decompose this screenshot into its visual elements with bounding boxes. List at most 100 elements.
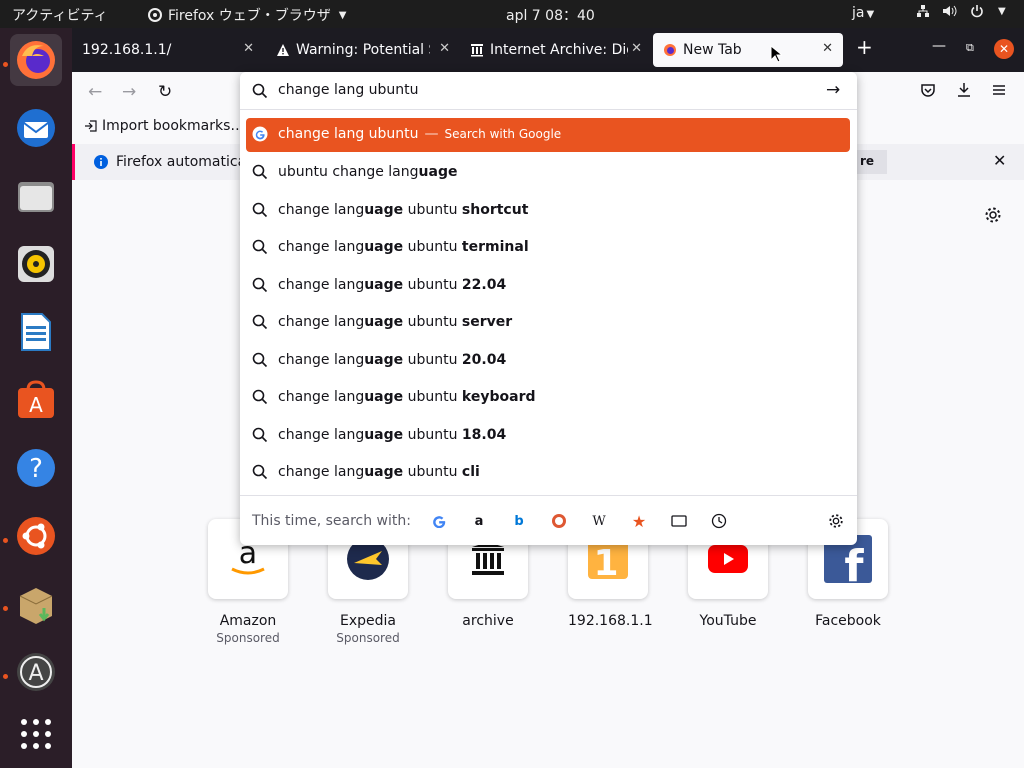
close-icon[interactable]: ✕: [822, 41, 833, 56]
dock-thunderbird[interactable]: [10, 102, 62, 154]
suggestion-row[interactable]: change language ubuntu 22.04: [246, 269, 850, 303]
suggestion-tail: terminal: [461, 239, 529, 255]
show-applications-button[interactable]: [10, 708, 62, 760]
dock-files[interactable]: [10, 170, 62, 222]
suggestion-text: ubuntu change language: [278, 164, 457, 180]
suggestion-tail: server: [461, 314, 513, 330]
notification-close-button[interactable]: ✕: [993, 151, 1006, 170]
duckduckgo-icon[interactable]: [548, 510, 570, 532]
suggestion-mid: ubuntu: [403, 464, 462, 480]
downloads-button[interactable]: [956, 82, 972, 103]
go-arrow-icon[interactable]: →: [826, 80, 840, 100]
suggestion-text: change language ubuntu 20.04: [278, 352, 506, 368]
maximize-button[interactable]: ⧉: [966, 41, 974, 55]
dock-ubuntu[interactable]: [10, 510, 62, 562]
close-icon[interactable]: ✕: [631, 41, 642, 56]
running-indicator: [3, 62, 8, 67]
suggestion-row[interactable]: change language ubuntu shortcut: [246, 194, 850, 228]
search-icon: [252, 277, 268, 297]
bookmarks-icon[interactable]: ★: [628, 510, 650, 532]
clock[interactable]: apl 7 08：40: [506, 5, 595, 25]
suggestion-row[interactable]: change language ubuntu 18.04: [246, 419, 850, 453]
bing-icon[interactable]: b: [508, 510, 530, 532]
suggestion-heuristic[interactable]: change lang ubuntu — Search with Google: [246, 118, 850, 152]
wikipedia-icon[interactable]: W: [588, 510, 610, 532]
dock-ubuntu-software[interactable]: A: [10, 374, 62, 426]
reload-button[interactable]: ↻: [158, 82, 172, 102]
minimize-button[interactable]: —: [932, 38, 946, 54]
address-bar[interactable]: change lang ubuntu →: [240, 72, 857, 110]
urlbar-popup: change lang ubuntu → change lang ubuntu —…: [240, 72, 857, 545]
gear-icon: [985, 207, 1001, 223]
new-tab-button[interactable]: +: [856, 35, 873, 59]
input-method-indicator[interactable]: ja ▼: [852, 5, 874, 21]
suggestion-bold: uage: [364, 201, 404, 218]
search-icon: [252, 164, 268, 184]
top-site-name: 192.168.1.1: [568, 613, 653, 629]
dock-help[interactable]: ?: [10, 442, 62, 494]
window-close-button[interactable]: ✕: [994, 39, 1014, 59]
dock-firefox[interactable]: [10, 34, 62, 86]
suggestion-text: change language ubuntu shortcut: [278, 202, 528, 218]
suggestion-row[interactable]: change language ubuntu server: [246, 306, 850, 340]
suggestion-row[interactable]: change language ubuntu 20.04: [246, 344, 850, 378]
notification-button-label: re: [860, 154, 875, 168]
close-icon[interactable]: ✕: [243, 41, 254, 56]
page-settings-button[interactable]: [984, 206, 1002, 228]
import-icon: [85, 120, 97, 132]
dock-libreoffice-writer[interactable]: [10, 306, 62, 358]
history-icon[interactable]: [708, 510, 730, 532]
tab-router[interactable]: 192.168.1.1/ ✕: [72, 33, 264, 67]
import-bookmarks-label: Import bookmarks…: [102, 118, 245, 134]
suggestion-bold: uage: [364, 314, 404, 330]
tab-bar: 192.168.1.1/ ✕ Warning: Potential S ✕ In…: [72, 28, 1024, 72]
suggestion-row[interactable]: change language ubuntu keyboard: [246, 381, 850, 415]
address-bar-text[interactable]: change lang ubuntu: [278, 82, 419, 98]
tab-new-tab[interactable]: New Tab ✕: [653, 33, 843, 67]
back-button[interactable]: ←: [88, 82, 102, 102]
suggestion-mid: ubuntu: [403, 351, 462, 368]
suggestion-row[interactable]: change language ubuntu cli: [246, 456, 850, 490]
ubuntu-icon: [17, 517, 55, 555]
tab-title: Warning: Potential S: [296, 42, 430, 58]
system-tray[interactable]: ▼: [916, 4, 1006, 18]
ubuntu-dock: A ? A: [0, 28, 72, 768]
svg-text:f: f: [844, 541, 864, 583]
top-site-name: archive: [462, 613, 514, 629]
tab-internet-archive[interactable]: Internet Archive: Dig ✕: [460, 33, 652, 67]
close-icon[interactable]: ✕: [439, 41, 450, 56]
svg-text:A: A: [28, 661, 43, 686]
dock-installer[interactable]: [10, 578, 62, 630]
tab-title: 192.168.1.1/: [82, 42, 172, 58]
input-method-label: ja: [852, 5, 865, 21]
suggestion-mid: ubuntu: [403, 239, 462, 255]
files-icon: [18, 182, 54, 212]
forward-button[interactable]: →: [122, 82, 136, 102]
suggestion-row[interactable]: change language ubuntu terminal: [246, 231, 850, 265]
tabs-icon[interactable]: [668, 510, 690, 532]
tab-warning[interactable]: Warning: Potential S ✕: [266, 33, 460, 67]
menu-button[interactable]: [992, 82, 1006, 102]
suggestion-tail: cli: [461, 464, 480, 480]
amazon-icon[interactable]: a: [468, 510, 490, 532]
app-grid-icon: [21, 719, 51, 749]
app-menu[interactable]: Firefox ウェブ・ブラウザ ▼: [148, 5, 347, 25]
settings-icon[interactable]: [825, 510, 847, 532]
suggestion-row[interactable]: ubuntu change language: [246, 156, 850, 190]
suggestion-prefix: change lang: [278, 314, 365, 330]
updater-icon: A: [17, 653, 55, 691]
activities-button[interactable]: アクティビティ: [12, 5, 108, 25]
dock-rhythmbox[interactable]: [10, 238, 62, 290]
archive-logo-icon: [472, 542, 504, 575]
pocket-button[interactable]: [920, 82, 936, 103]
notification-action-button[interactable]: re: [857, 150, 887, 174]
suggestion-prefix: change lang: [278, 389, 365, 405]
google-icon[interactable]: [428, 510, 450, 532]
running-indicator: [3, 606, 8, 611]
hamburger-icon: [993, 85, 1005, 95]
dock-updater[interactable]: A: [10, 646, 62, 698]
suggestion-text: change language ubuntu 22.04: [278, 277, 506, 293]
suggestion-prefix: change lang: [278, 426, 365, 443]
firefox-tab-icon: [663, 43, 677, 57]
import-bookmarks-button[interactable]: Import bookmarks…: [84, 118, 244, 134]
